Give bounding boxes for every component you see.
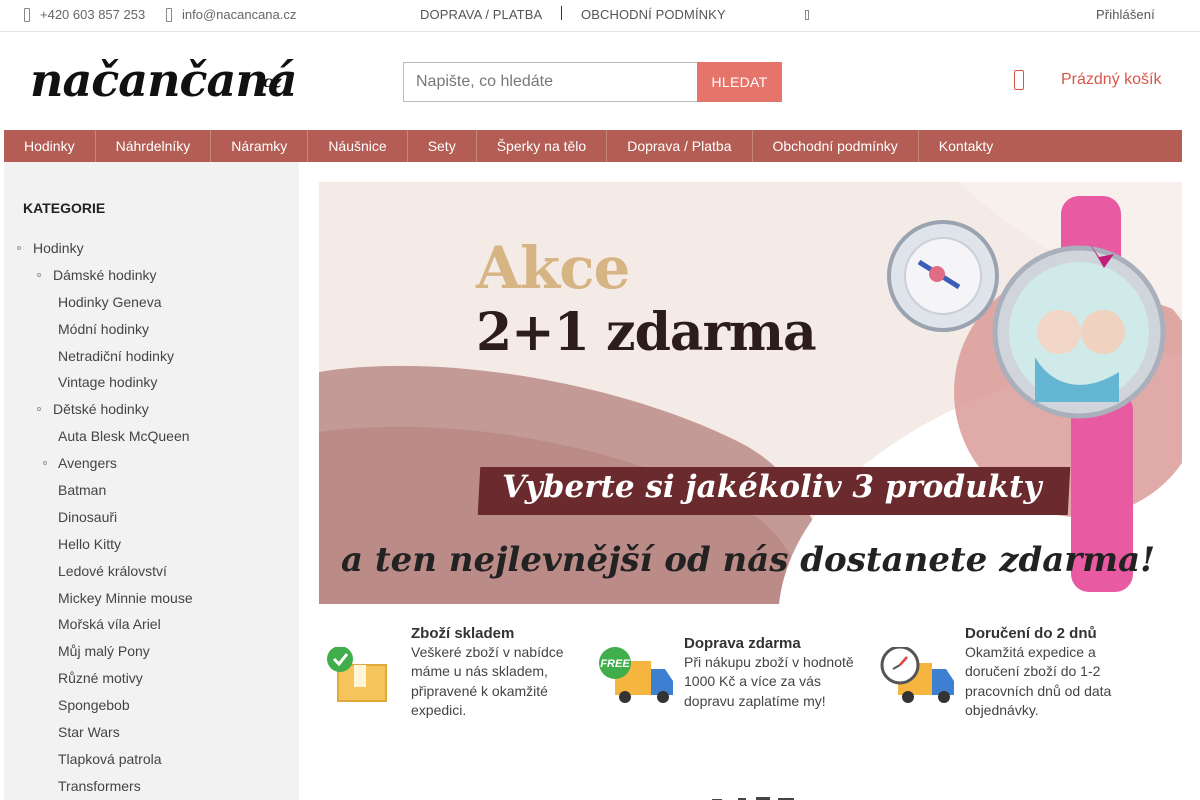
search-input[interactable] <box>403 62 697 102</box>
category-item[interactable]: Hodinky Geneva <box>4 289 299 316</box>
category-item[interactable]: Módní hodinky <box>4 316 299 343</box>
category-label: Vintage hodinky <box>58 374 158 391</box>
nav-item-nahrdelniky[interactable]: Náhrdelníky <box>96 130 212 162</box>
category-item[interactable]: Transformers <box>4 773 299 800</box>
bullet-icon <box>37 407 41 412</box>
banner-ribbon-text: Vyberte si jakékoliv 3 produkty <box>502 469 1042 505</box>
cart-icon <box>1014 70 1024 90</box>
search-button[interactable]: HLEDAT <box>697 62 782 102</box>
logo-text: načančaná <box>30 53 298 107</box>
nav-item-sety[interactable]: Sety <box>408 130 477 162</box>
category-label: Mořská víla Ariel <box>58 616 161 633</box>
category-label: Dámské hodinky <box>53 266 157 283</box>
cart-link[interactable]: Prázdný košík <box>1014 70 1161 90</box>
search-form: HLEDAT <box>403 62 782 102</box>
category-label: Batman <box>58 482 107 499</box>
category-sidebar: KATEGORIE Hodinky Dámské hodinky Hodinky… <box>4 162 299 800</box>
category-item[interactable]: Avengers <box>4 450 299 477</box>
nav-item-nausnice[interactable]: Náušnice <box>308 130 408 162</box>
promo-banner[interactable]: Akce 2+1 zdarma Vyberte si jakékoliv 3 p… <box>319 182 1182 604</box>
feature-title: Doručení do 2 dnů <box>965 625 1097 642</box>
category-label: Tlapková patrola <box>58 750 162 767</box>
clock-truck-icon <box>880 645 956 707</box>
category-title: KATEGORIE <box>23 200 106 216</box>
bullet-icon <box>17 246 21 250</box>
category-item[interactable]: Dětské hodinky <box>4 396 299 423</box>
nav-item-doprava-platba[interactable]: Doprava / Platba <box>607 130 753 162</box>
category-label: Transformers <box>58 777 141 794</box>
site-logo[interactable]: načančaná .cz <box>30 52 298 112</box>
feature-text: Okamžitá expedice a doručení zboží do 1-… <box>965 644 1112 719</box>
category-item[interactable]: Můj malý Pony <box>4 638 299 665</box>
top-link-terms[interactable]: OBCHODNÍ PODMÍNKY <box>581 7 726 22</box>
more-icon[interactable] <box>805 10 809 20</box>
category-label: Netradiční hodinky <box>58 347 174 364</box>
category-label: Auta Blesk McQueen <box>58 428 190 445</box>
top-bar: +420 603 857 253 info@nacancana.cz DOPRA… <box>0 0 1200 32</box>
email-icon <box>166 7 172 22</box>
category-label: Avengers <box>58 455 117 472</box>
feature-text: Při nákupu zboží v hodnotě 1000 Kč a víc… <box>684 654 854 709</box>
category-label: Různé motivy <box>58 670 143 687</box>
category-item[interactable]: Batman <box>4 477 299 504</box>
category-item[interactable]: Hello Kitty <box>4 531 299 558</box>
top-link-shipping[interactable]: DOPRAVA / PLATBA <box>420 7 542 22</box>
category-item[interactable]: Auta Blesk McQueen <box>4 423 299 450</box>
phone-number: +420 603 857 253 <box>40 7 146 22</box>
banner-offer: 2+1 zdarma <box>476 302 817 363</box>
category-item[interactable]: Star Wars <box>4 719 299 746</box>
category-item[interactable]: Vintage hodinky <box>4 369 299 396</box>
nav-item-sperky-na-telo[interactable]: Šperky na tělo <box>477 130 608 162</box>
pocket-watch-image <box>887 220 999 332</box>
email-contact[interactable]: info@nacancana.cz <box>166 7 296 22</box>
cart-label: Prázdný košík <box>1061 71 1162 88</box>
category-item[interactable]: Netradiční hodinky <box>4 343 299 370</box>
feature-text: Veškeré zboží v nabídce máme u nás sklad… <box>411 644 564 719</box>
nav-item-hodinky[interactable]: Hodinky <box>4 130 96 162</box>
category-item[interactable]: Ledové království <box>4 558 299 585</box>
category-item[interactable]: Mickey Minnie mouse <box>4 585 299 612</box>
category-label: Star Wars <box>58 724 120 741</box>
feature-title: Zboží skladem <box>411 625 515 642</box>
bullet-icon <box>43 461 47 466</box>
category-item[interactable]: Tlapková patrola <box>4 746 299 773</box>
phone-icon <box>24 7 30 22</box>
phone-contact[interactable]: +420 603 857 253 <box>24 7 145 22</box>
free-truck-icon: FREE <box>599 647 675 707</box>
category-item[interactable]: Mořská víla Ariel <box>4 611 299 638</box>
category-label: Hodinky Geneva <box>58 293 162 310</box>
nav-item-naramky[interactable]: Náramky <box>211 130 309 162</box>
main-nav: Hodinky Náhrdelníky Náramky Náušnice Set… <box>4 130 1182 162</box>
banner-headline: Akce <box>476 234 630 302</box>
category-item[interactable]: Dámské hodinky <box>4 262 299 289</box>
top-links-divider <box>561 6 562 20</box>
email-address: info@nacancana.cz <box>182 7 297 22</box>
category-label: Ledové království <box>58 562 167 579</box>
category-label: Dinosauři <box>58 508 118 525</box>
category-list: Hodinky Dámské hodinky Hodinky Geneva Mó… <box>4 235 299 800</box>
category-item[interactable]: Dinosauři <box>4 504 299 531</box>
category-label: Mickey Minnie mouse <box>58 589 193 606</box>
feature-title: Doprava zdarma <box>684 635 801 652</box>
category-item[interactable]: Různé motivy <box>4 665 299 692</box>
category-label: Hodinky <box>33 240 84 256</box>
login-link[interactable]: Přihlášení <box>1096 7 1155 22</box>
section-heading-fragment <box>708 790 798 800</box>
box-check-icon <box>326 646 402 707</box>
category-label: Spongebob <box>58 697 130 714</box>
nav-item-kontakty[interactable]: Kontakty <box>919 130 1013 162</box>
banner-bottom-text: a ten nejlevnější od nás dostanete zdarm… <box>341 540 1156 580</box>
category-item[interactable]: Spongebob <box>4 692 299 719</box>
category-label: Módní hodinky <box>58 320 150 337</box>
category-label: Můj malý Pony <box>58 643 150 660</box>
category-label: Hello Kitty <box>58 535 122 552</box>
free-badge: FREE <box>600 658 630 670</box>
category-item[interactable]: Hodinky <box>4 235 299 262</box>
bullet-icon <box>37 272 41 277</box>
nav-item-obchodni-podminky[interactable]: Obchodní podmínky <box>753 130 919 162</box>
logo-suffix: .cz <box>257 72 282 91</box>
category-label: Dětské hodinky <box>53 401 149 418</box>
